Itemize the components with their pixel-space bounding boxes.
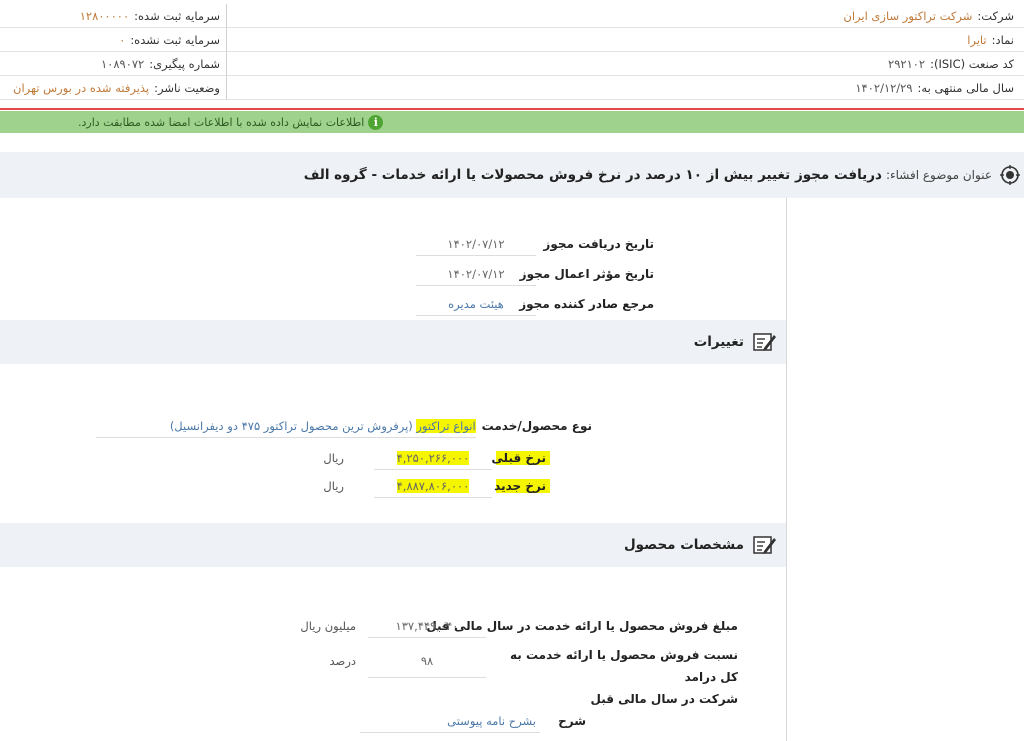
description-field: شرح بشرح نامه پیوستی: [360, 709, 586, 733]
fiscal-label: سال مالی منتهی به:: [917, 80, 1014, 95]
changes-title: تغییرات: [693, 334, 744, 350]
target-icon: [1000, 165, 1020, 185]
unreg-capital-value: ۰: [119, 32, 126, 47]
new-rate-label: نرخ جدید: [494, 479, 550, 493]
company-row: شرکت: شرکت تراکتور سازی ایران: [226, 4, 1024, 28]
unreg-capital-label: سرمایه ثبت نشده:: [130, 32, 220, 47]
new-rate-value: ۴,۸۸۷,۸۰۶,۰۰۰: [396, 479, 470, 493]
changes-header-inner: تغییرات: [694, 320, 776, 364]
alert-text: اطلاعات نمایش داده شده با اطلاعات امضا ش…: [78, 115, 365, 129]
sales-amount-unit: میلیون ریال: [300, 619, 356, 633]
red-divider: [0, 108, 1024, 110]
changes-section-header: تغییرات: [0, 320, 786, 364]
info-icon: i: [368, 114, 384, 130]
share-label-line2: شرکت در سال مالی قبل: [590, 692, 739, 706]
isic-label: کد صنعت (ISIC):: [930, 56, 1014, 71]
fiscal-value: ۱۴۰۲/۱۲/۲۹: [855, 80, 913, 95]
unreg-capital-row: سرمایه ثبت نشده: ۰: [0, 28, 226, 52]
publisher-row: وضعیت ناشر: پذیرفته شده در بورس تهران: [0, 76, 226, 100]
product-type-rest: (پرفروش ترین محصول تراکتور ۴۷۵ دو دیفران…: [169, 419, 417, 433]
reg-capital-label: سرمایه ثبت شده:: [134, 8, 220, 23]
product-specs-section-header: مشخصات محصول: [0, 523, 786, 567]
publisher-value: پذیرفته شده در بورس تهران: [13, 80, 150, 95]
publisher-label: وضعیت ناشر:: [154, 80, 220, 95]
company-value: شرکت تراکتور سازی ایران: [843, 8, 973, 23]
share-label-line1: نسبت فروش محصول یا ارائه خدمت به کل درام…: [510, 648, 738, 684]
effective-date-field: تاریخ مؤثر اعمال مجوز ۱۴۰۲/۰۷/۱۲: [416, 262, 654, 286]
issuer-label: مرجع صادر کننده مجوز: [519, 297, 654, 311]
prev-rate-label: نرخ قبلی: [491, 451, 550, 465]
isic-value: ۲۹۲۱۰۲: [888, 56, 926, 71]
new-rate-box: ۴,۸۸۷,۸۰۶,۰۰۰: [374, 474, 492, 498]
issuer-value: هیئت مدیره: [416, 292, 536, 316]
prev-rate-unit: ریال: [323, 451, 344, 465]
tracking-row: شماره پیگیری: ۱۰۸۹۰۷۲: [0, 52, 226, 76]
fiscal-row: سال مالی منتهی به: ۱۴۰۲/۱۲/۲۹: [226, 76, 1024, 100]
sales-amount-value: ۱۳۷,۴۴۹,۰۴۰: [368, 614, 486, 638]
share-value: ۹۸: [368, 644, 486, 678]
reg-capital-value: ۱۲۸۰۰۰۰۰: [79, 8, 130, 23]
product-type-highlight: انواع تراکتور: [416, 419, 476, 433]
reg-capital-row: سرمایه ثبت شده: ۱۲۸۰۰۰۰۰: [0, 4, 226, 28]
product-type-field: نوع محصول/خدمت انواع تراکتور (پرفروش تری…: [95, 414, 592, 438]
issuer-field: مرجع صادر کننده مجوز هیئت مدیره: [416, 292, 654, 316]
product-specs-header-inner: مشخصات محصول: [624, 523, 776, 567]
tracking-value: ۱۰۸۹۰۷۲: [101, 56, 145, 71]
receive-date-label: تاریخ دریافت مجوز: [543, 237, 654, 251]
symbol-value: تایرا: [967, 32, 987, 47]
product-type-label: نوع محصول/خدمت: [481, 419, 592, 433]
subject-inner: عنوان موضوع افشاء: دریافت مجوز تغییر بیش…: [304, 152, 1020, 198]
description-label: شرح: [558, 714, 586, 728]
product-specs-title: مشخصات محصول: [623, 537, 744, 553]
effective-date-value: ۱۴۰۲/۰۷/۱۲: [416, 262, 536, 286]
receive-date-value: ۱۴۰۲/۰۷/۱۲: [416, 232, 536, 256]
sales-amount-label: مبلغ فروش محصول یا ارائه خدمت در سال مال…: [426, 619, 738, 633]
prev-rate-field: نرخ قبلی ۴,۲۵۰,۲۶۶,۰۰۰ ریال: [323, 446, 550, 470]
receive-date-field: تاریخ دریافت مجوز ۱۴۰۲/۰۷/۱۲: [416, 232, 654, 256]
prev-rate-box: ۴,۲۵۰,۲۶۶,۰۰۰: [374, 446, 492, 470]
company-label: شرکت:: [977, 8, 1014, 23]
share-label: نسبت فروش محصول یا ارائه خدمت به کل درام…: [492, 644, 738, 710]
subject-bar: عنوان موضوع افشاء: دریافت مجوز تغییر بیش…: [0, 152, 1024, 198]
prev-rate-value: ۴,۲۵۰,۲۶۶,۰۰۰: [396, 451, 470, 465]
edit-icon: [750, 331, 776, 353]
tracking-label: شماره پیگیری:: [149, 56, 220, 71]
content-divider: [786, 198, 787, 741]
subject-title: دریافت مجوز تغییر بیش از ۱۰ درصد در نرخ …: [303, 167, 882, 183]
share-field: نسبت فروش محصول یا ارائه خدمت به کل درام…: [330, 644, 738, 710]
edit-icon: [750, 534, 776, 556]
symbol-label: نماد:: [991, 32, 1014, 47]
symbol-row: نماد: تایرا: [226, 28, 1024, 52]
alert-content: i اطلاعات نمایش داده شده با اطلاعات امضا…: [78, 111, 384, 133]
verification-alert: i اطلاعات نمایش داده شده با اطلاعات امضا…: [0, 111, 1024, 133]
effective-date-label: تاریخ مؤثر اعمال مجوز: [519, 267, 654, 281]
sales-amount-field: مبلغ فروش محصول یا ارائه خدمت در سال مال…: [300, 614, 738, 638]
new-rate-field: نرخ جدید ۴,۸۸۷,۸۰۶,۰۰۰ ریال: [323, 474, 550, 498]
subject-label: عنوان موضوع افشاء:: [885, 168, 992, 182]
new-rate-unit: ریال: [323, 479, 344, 493]
isic-row: کد صنعت (ISIC): ۲۹۲۱۰۲: [226, 52, 1024, 76]
product-type-value: انواع تراکتور (پرفروش ترین محصول تراکتور…: [95, 414, 476, 438]
share-unit: درصد: [329, 654, 356, 668]
company-info-table: شرکت: شرکت تراکتور سازی ایران سرمایه ثبت…: [0, 0, 1024, 103]
description-value: بشرح نامه پیوستی: [360, 709, 540, 733]
